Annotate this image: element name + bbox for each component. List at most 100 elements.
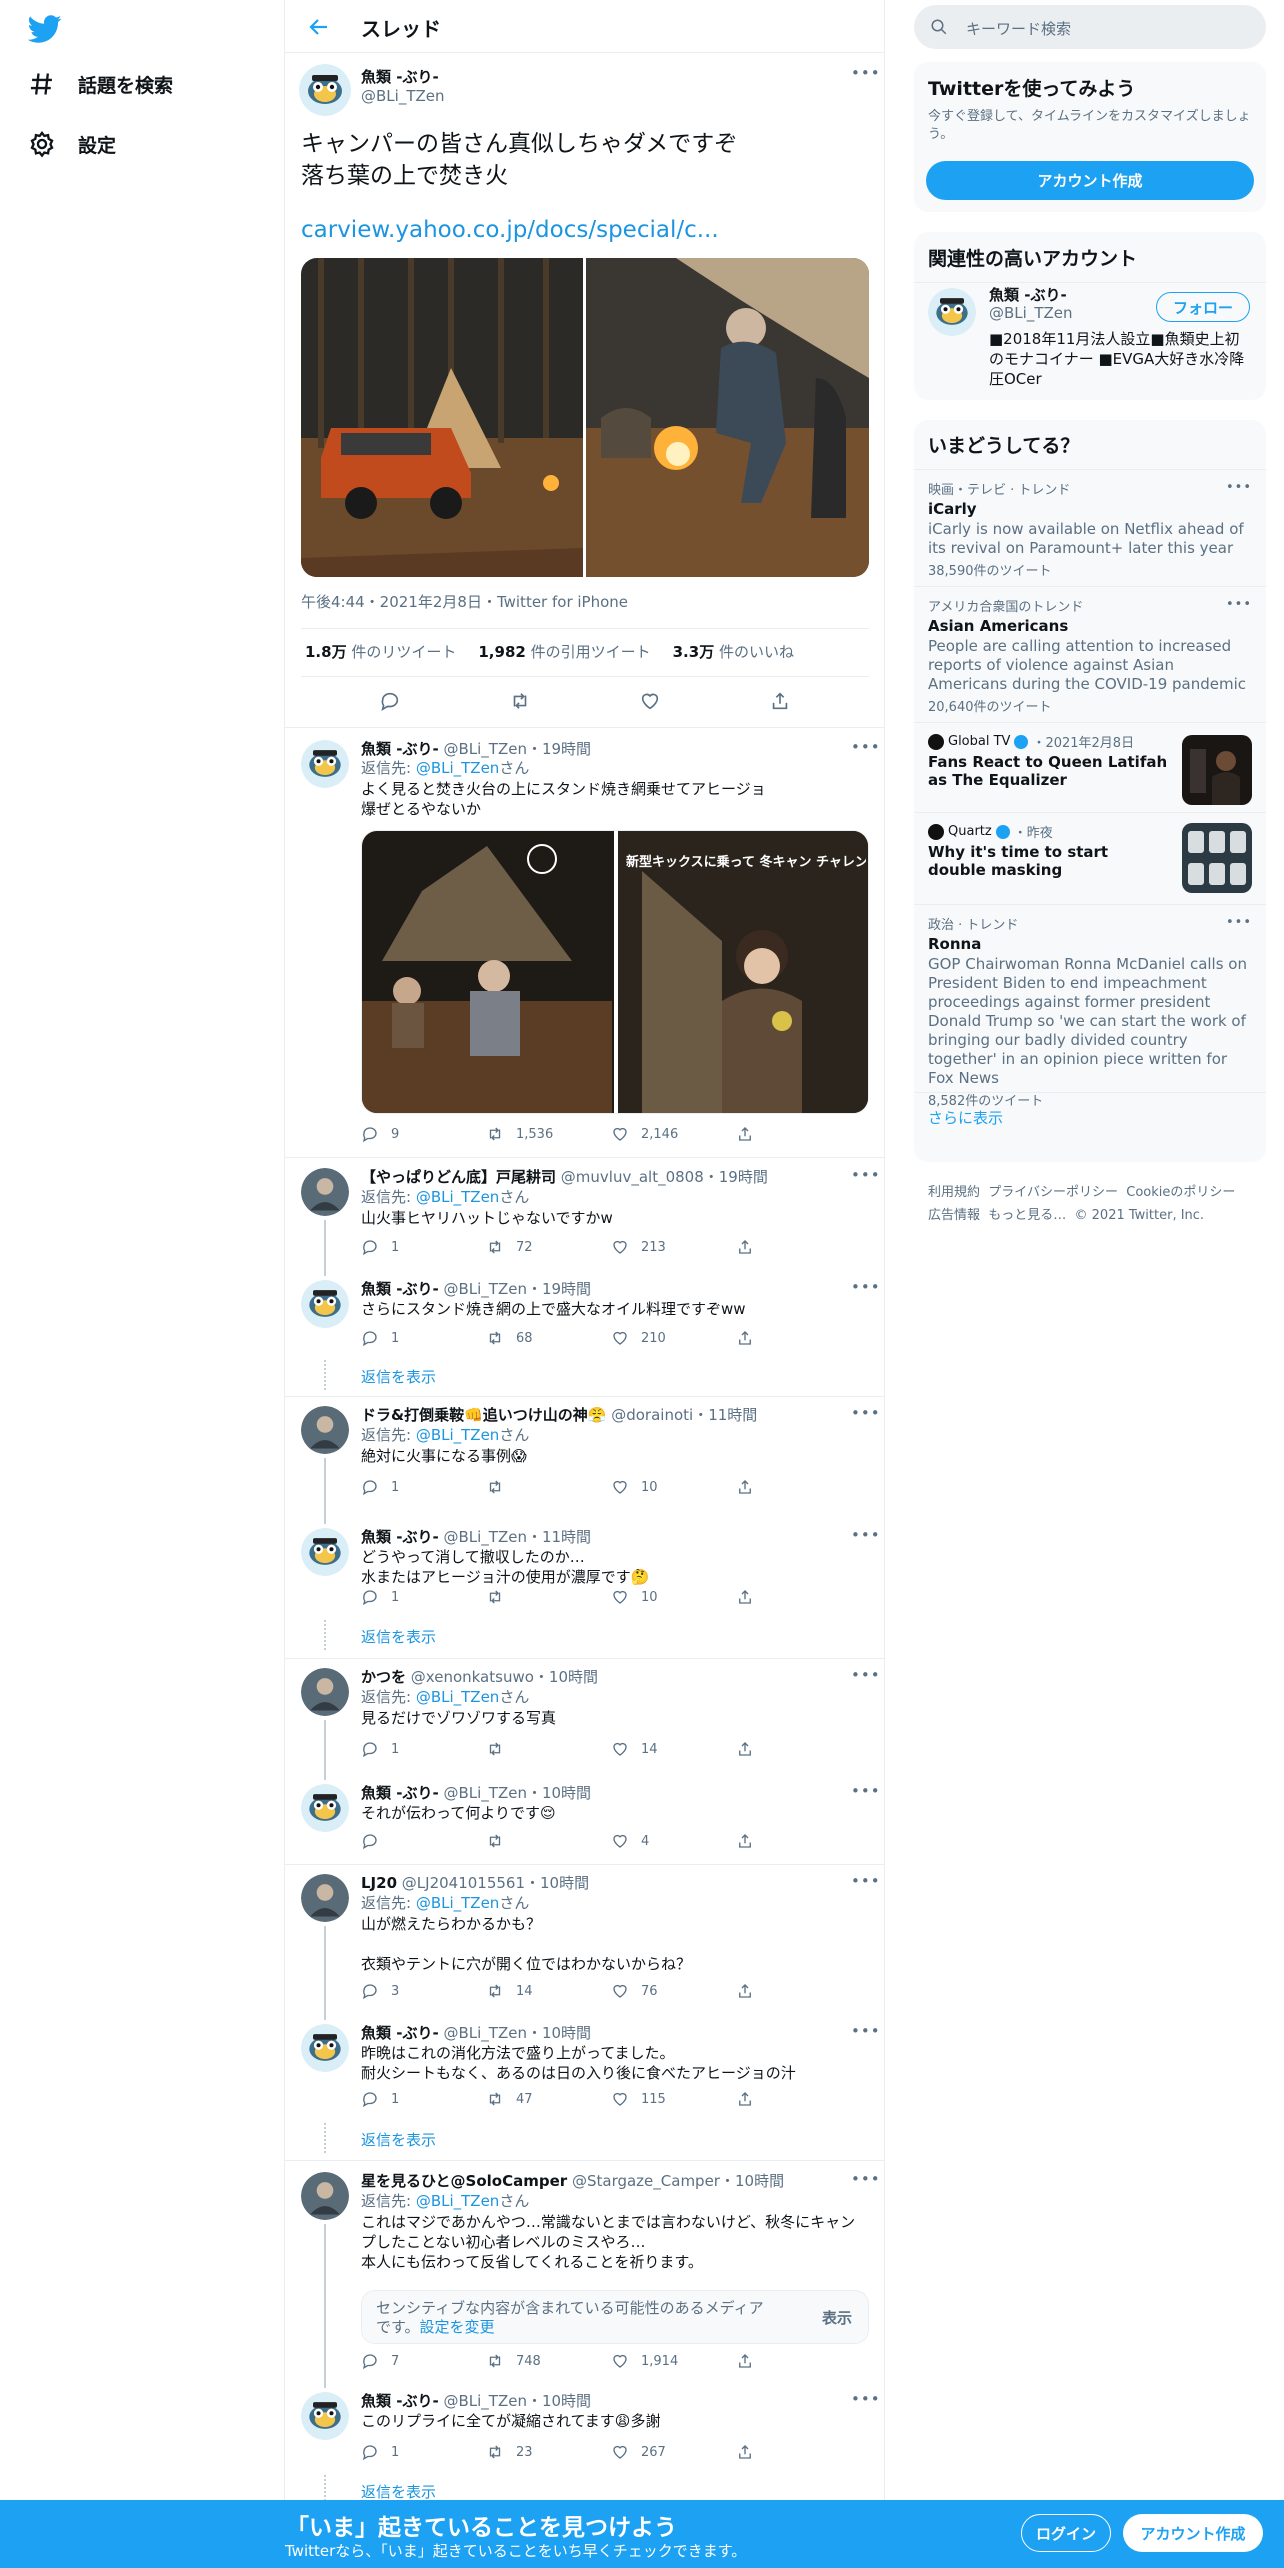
likes-stat[interactable]: 3.3万 件のいいね [673,641,794,662]
avatar[interactable] [299,64,351,116]
retweet-action[interactable]: 1,536 [486,1125,611,1143]
footer-links-1[interactable]: 利用規約 プライバシーポリシー Cookieのポリシー [928,1182,1235,1204]
sensitive-show-button[interactable]: 表示 [822,2307,852,2328]
show-replies-link[interactable]: 返信を表示 [361,1626,436,1647]
more-options-icon[interactable]: ••• [851,2390,881,2408]
more-options-icon[interactable]: ••• [1226,915,1252,930]
share-action[interactable] [736,1740,861,1758]
avatar[interactable] [301,1528,349,1576]
reply-time[interactable]: ・10時間 [527,1784,591,1802]
reply-time[interactable]: ・19時間 [527,740,591,758]
reply-time[interactable]: ・19時間 [527,1280,591,1298]
retweet-action[interactable]: 14 [486,1982,611,2000]
reply-author-handle[interactable]: @LJ2041015561 [402,1874,525,1892]
more-options-icon[interactable]: ••• [851,1872,881,1890]
more-options-icon[interactable]: ••• [851,1666,881,1684]
share-action[interactable] [736,2443,861,2461]
share-action[interactable] [736,2090,861,2108]
retweet-action[interactable] [486,1832,611,1850]
like-action[interactable]: 14 [611,1740,736,1758]
retweet-action[interactable] [486,1588,611,1606]
related-name[interactable]: 魚類 -ぶり- [989,284,1067,305]
reply-author-handle[interactable]: @BLi_TZen [443,2392,527,2410]
news-item[interactable]: Quartz ・昨夜 Why it's time to start double … [914,812,1266,904]
reply-to-user[interactable]: @BLi_TZen [416,2192,500,2210]
reply-to-user[interactable]: @BLi_TZen [416,1426,500,1444]
reply-action[interactable]: 1 [361,1740,486,1758]
like-action[interactable]: 10 [611,1478,736,1496]
avatar[interactable] [301,2172,349,2220]
share-action[interactable] [736,1125,861,1143]
tweet-author-name[interactable]: 魚類 -ぶり- [361,66,439,87]
reply-author-name[interactable]: かつを [361,1668,406,1686]
reply-author-name[interactable]: 魚類 -ぶり- [361,2392,439,2410]
like-action[interactable]: 213 [611,1238,736,1256]
reply-author-name[interactable]: 魚類 -ぶり- [361,1784,439,1802]
like-icon[interactable] [639,690,661,712]
retweet-action[interactable] [486,1740,611,1758]
reply-author-handle[interactable]: @xenonkatsuwo [411,1668,534,1686]
reply-author-handle[interactable]: @BLi_TZen [443,1280,527,1298]
retweet-action[interactable]: 47 [486,2090,611,2108]
tweet-link[interactable]: carview.yahoo.co.jp/docs/special/c... [301,217,719,243]
reply-action[interactable]: 1 [361,1588,486,1606]
media-photo-car-tent[interactable] [301,258,583,577]
reply-author-name[interactable]: 星を見るひと@SoloCamper [361,2172,567,2190]
share-action[interactable] [736,1329,861,1347]
reply-action[interactable]: 7 [361,2352,486,2370]
reply-time[interactable]: ・11時間 [693,1406,757,1424]
show-replies-link[interactable]: 返信を表示 [361,2129,436,2150]
reply-time[interactable]: ・10時間 [527,2024,591,2042]
reply-time[interactable]: ・19時間 [704,1168,768,1186]
reply-video[interactable]: 新型キックスに乗って 冬キャン チャレンジ [361,830,869,1114]
reply-to-user[interactable]: @BLi_TZen [416,1688,500,1706]
reply-author-name[interactable]: 魚類 -ぶり- [361,1528,439,1546]
retweet-icon[interactable] [509,690,531,712]
tweet-author-handle[interactable]: @BLi_TZen [361,87,445,105]
share-action[interactable] [736,2352,861,2370]
search-input[interactable]: キーワード検索 [914,5,1266,49]
retweet-action[interactable] [486,1478,611,1496]
retweet-action[interactable]: 72 [486,1238,611,1256]
reply-author-handle[interactable]: @Stargaze_Camper [572,2172,720,2190]
like-action[interactable]: 210 [611,1329,736,1347]
like-action[interactable]: 4 [611,1832,736,1850]
share-action[interactable] [736,1982,861,2000]
reply-author-name[interactable]: LJ20 [361,1874,397,1892]
video-thumbnail[interactable] [362,831,869,1114]
reply-action[interactable]: 9 [361,1125,486,1143]
media-photo-campfire[interactable] [586,258,869,577]
show-replies-link[interactable]: 返信を表示 [361,1366,436,1387]
reply-author-handle[interactable]: @BLi_TZen [443,1528,527,1546]
more-options-icon[interactable]: ••• [1226,480,1252,495]
reply-action[interactable]: 1 [361,2443,486,2461]
retweet-action[interactable]: 748 [486,2352,611,2370]
reply-action[interactable]: 1 [361,2090,486,2108]
retweet-action[interactable]: 23 [486,2443,611,2461]
more-options-icon[interactable]: ••• [851,2022,881,2040]
show-replies-link[interactable]: 返信を表示 [361,2481,436,2502]
more-options-icon[interactable]: ••• [851,2170,881,2188]
reply-author-handle[interactable]: @BLi_TZen [443,1784,527,1802]
more-options-icon[interactable]: ••• [851,1166,881,1184]
reply-time[interactable]: ・10時間 [525,1874,589,1892]
share-action[interactable] [736,1832,861,1850]
reply-time[interactable]: ・10時間 [527,2392,591,2410]
like-action[interactable]: 76 [611,1982,736,2000]
retweet-action[interactable]: 68 [486,1329,611,1347]
like-action[interactable]: 115 [611,2090,736,2108]
reply-to-user[interactable]: @BLi_TZen [416,1188,500,1206]
like-action[interactable]: 267 [611,2443,736,2461]
twitter-logo-icon[interactable] [28,12,62,46]
reply-author-name[interactable]: 魚類 -ぶり- [361,2024,439,2042]
reply-action[interactable]: 1 [361,1478,486,1496]
more-options-icon[interactable]: ••• [851,1404,881,1422]
trend-item[interactable]: アメリカ合衆国のトレンド Asian Americans People are … [914,586,1266,722]
reply-icon[interactable] [379,690,401,712]
reply-time[interactable]: ・11時間 [527,1528,591,1546]
reply-author-handle[interactable]: @BLi_TZen [443,740,527,758]
avatar[interactable] [301,1406,349,1454]
trend-item[interactable]: 映画・テレビ · トレンド iCarly iCarly is now avail… [914,469,1266,586]
reply-to-user[interactable]: @BLi_TZen [416,1894,500,1912]
reply-action[interactable] [361,1832,486,1850]
